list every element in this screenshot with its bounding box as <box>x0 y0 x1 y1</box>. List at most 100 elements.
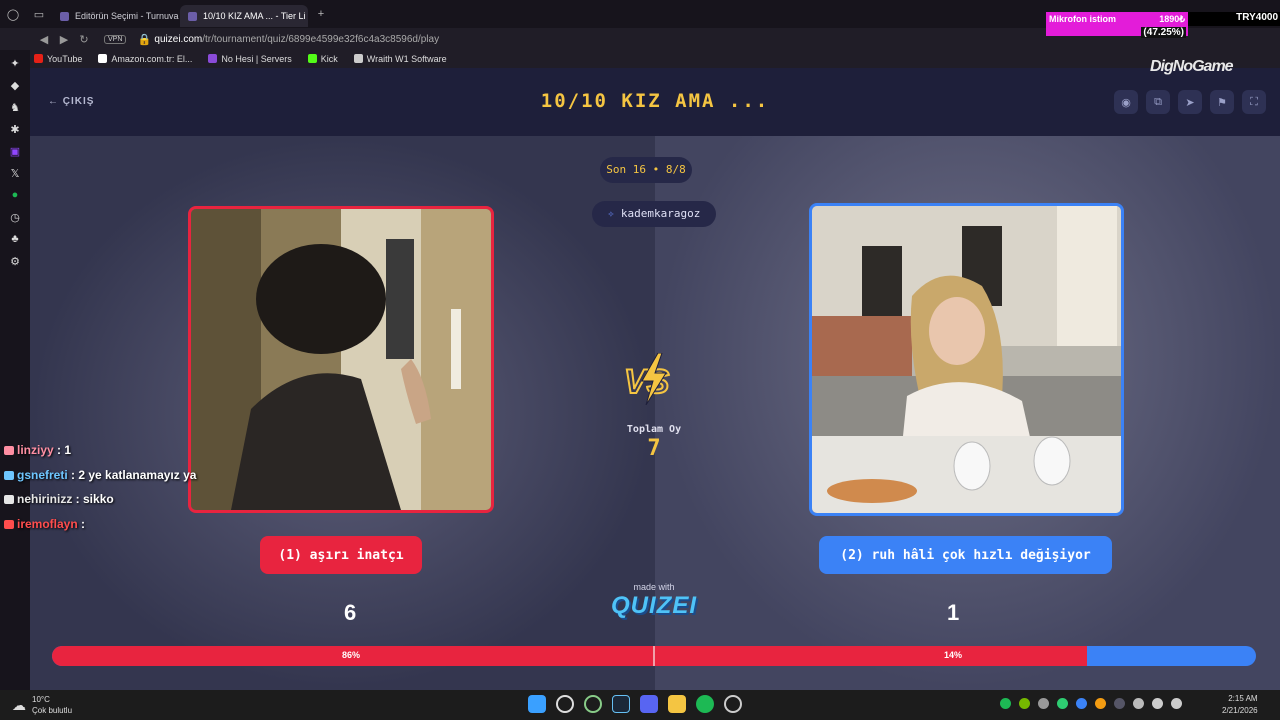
user-icon: ✧ <box>607 207 621 220</box>
eye-icon[interactable]: ◉ <box>1114 90 1138 114</box>
app-icon[interactable] <box>724 695 742 713</box>
tab-label: 10/10 KIZ AMA ... - Tier Li <box>203 11 306 21</box>
chat-badge-icon <box>4 470 14 480</box>
url-field[interactable]: quizei.com/tr/tournament/quiz/6899e4599e… <box>154 34 439 45</box>
clock-date: 2/21/2026 <box>1222 706 1258 715</box>
tray-steam-icon[interactable] <box>1114 698 1125 709</box>
tab-label: Editörün Seçimi - Turnuva <box>75 11 179 21</box>
left-percent-label: 86% <box>342 650 361 660</box>
left-photo <box>191 209 491 510</box>
chat-message: linziyy : 1 <box>4 438 196 463</box>
history-icon[interactable]: ◷ <box>8 210 22 224</box>
file-explorer-icon[interactable] <box>668 695 686 713</box>
cloud-icon: ☁ <box>12 696 26 713</box>
bookmark-label: Kick <box>320 54 338 64</box>
left-option-image[interactable] <box>188 206 494 513</box>
weather-widget[interactable]: ☁ 10°C Çok bulutlu <box>12 694 72 716</box>
tray-status-icon[interactable] <box>1057 698 1068 709</box>
twitch-icon[interactable]: ▣ <box>8 144 22 158</box>
streamer-brand: DigNoGame <box>1150 58 1234 75</box>
vpn-badge[interactable]: VPN <box>104 34 127 44</box>
discord-icon[interactable] <box>640 695 658 713</box>
bookmark-label: YouTube <box>47 54 83 64</box>
left-vote-count: 6 <box>344 600 357 625</box>
made-with-label: made with <box>633 582 675 592</box>
tray-volume-icon[interactable] <box>1171 698 1182 709</box>
windows-start-icon[interactable] <box>528 695 546 713</box>
bookmark-kick[interactable]: Kick <box>307 54 338 64</box>
share-icon[interactable]: ⧉ <box>1146 90 1170 114</box>
search-icon[interactable] <box>556 695 574 713</box>
gx-corner-icon[interactable]: ✱ <box>8 122 22 136</box>
tray-nvidia-icon[interactable] <box>1019 698 1030 709</box>
url-path: /tr/tournament/quiz/6899e4599e32f6c4a3c8… <box>202 33 440 45</box>
chat-username: nehirinizz <box>17 492 73 506</box>
tray-app-icon[interactable] <box>1038 698 1049 709</box>
bookmark-amazon[interactable]: Amazon.com.tr: El... <box>98 54 192 64</box>
tab-menu-icon[interactable]: ▭ <box>32 7 46 21</box>
tab-editors-choice[interactable]: Editörün Seçimi - Turnuva <box>52 5 180 27</box>
settings-icon[interactable]: ⚙ <box>8 254 22 268</box>
lock-icon: 🔒 <box>137 33 152 46</box>
chat-text: : 2 ye katlanamayız ya <box>67 467 197 482</box>
chat-text: : <box>77 516 86 531</box>
tray-bluetooth-icon[interactable] <box>1076 698 1087 709</box>
chat-username: iremoflayn <box>17 516 78 531</box>
bookmark-wraith[interactable]: Wraith W1 Software <box>353 54 447 64</box>
back-icon[interactable]: ◀ <box>34 33 54 46</box>
x-icon[interactable]: 𝕏 <box>8 166 22 180</box>
forward-icon[interactable]: ▶ <box>54 33 74 46</box>
steam-icon[interactable] <box>612 695 630 713</box>
spotify-icon[interactable] <box>696 695 714 713</box>
crypto-wallet-icon[interactable]: ◆ <box>8 78 22 92</box>
wraith-icon <box>353 54 363 63</box>
tab-current-quiz[interactable]: 10/10 KIZ AMA ... - Tier Li <box>180 5 308 27</box>
opera-logo-icon[interactable]: ◯ <box>6 7 20 21</box>
quizei-logo[interactable]: QUIZEI <box>600 592 708 620</box>
chat-text: : 1 <box>53 443 72 457</box>
right-photo <box>812 206 1121 513</box>
svg-text:VS: VS <box>624 363 670 401</box>
chat-badge-icon <box>4 446 14 455</box>
tray-spotify-icon[interactable] <box>1000 698 1011 709</box>
chat-badge-icon <box>4 495 14 504</box>
chat-message: nehirinizz : sikko <box>4 487 196 512</box>
goal-value: 1890₺ <box>1159 14 1185 24</box>
right-option-button[interactable]: (2) ruh hâli çok hızlı değişiyor <box>819 536 1112 574</box>
system-tray <box>1000 698 1182 709</box>
extensions-icon[interactable]: ♣ <box>8 232 22 246</box>
windows-taskbar: ☁ 10°C Çok bulutlu 2:15 AM 2/21/2026 <box>0 690 1280 720</box>
chat-message: iremoflayn : <box>4 512 196 537</box>
bookmark-label: Amazon.com.tr: El... <box>111 54 193 64</box>
send-icon[interactable]: ➤ <box>1178 90 1202 114</box>
chat-username: linziyy <box>17 443 54 457</box>
left-option-button[interactable]: (1) aşırı inatçı <box>260 536 422 574</box>
stream-chat-overlay: linziyy : 1 gsnefreti : 2 ye katlanamayız… <box>4 438 196 536</box>
creator-badge[interactable]: ✧ kademkaragoz <box>592 201 716 227</box>
right-option-image[interactable] <box>809 203 1124 516</box>
chat-badge-icon <box>4 519 14 529</box>
versus-icon: VS <box>623 353 671 405</box>
chat-text: : sikko <box>72 492 114 506</box>
tray-wifi-icon[interactable] <box>1152 698 1163 709</box>
system-clock[interactable]: 2:15 AM 2/21/2026 <box>1222 693 1258 717</box>
right-percent-label: 14% <box>944 650 963 660</box>
gx-control-icon[interactable]: ♞ <box>8 100 22 114</box>
bookmark-label: No Hesi | Servers <box>221 54 292 64</box>
bookmark-youtube[interactable]: YouTube <box>34 54 82 64</box>
opera-gx-icon[interactable] <box>584 695 602 713</box>
taskbar-apps <box>528 695 742 713</box>
spotify-icon[interactable]: ● <box>8 188 22 202</box>
reload-icon[interactable]: ↻ <box>74 33 94 46</box>
fullscreen-icon[interactable]: ⛶ <box>1242 90 1266 114</box>
new-tab-icon[interactable]: + <box>314 7 328 21</box>
aria-icon[interactable]: ✦ <box>8 56 22 70</box>
bookmarks-bar: YouTube Amazon.com.tr: El... No Hesi | S… <box>0 50 1280 68</box>
clock-time: 2:15 AM <box>1228 694 1258 703</box>
flag-icon[interactable]: ⚑ <box>1210 90 1234 114</box>
quiz-header: ← ÇIKIŞ 10/10 KIZ AMA ... ◉ ⧉ ➤ ⚑ ⛶ <box>30 68 1280 136</box>
tray-cloud-icon[interactable] <box>1095 698 1106 709</box>
tray-mic-icon[interactable] <box>1133 698 1144 709</box>
bookmark-nohesi[interactable]: No Hesi | Servers <box>208 54 292 64</box>
bar-divider <box>653 646 655 666</box>
